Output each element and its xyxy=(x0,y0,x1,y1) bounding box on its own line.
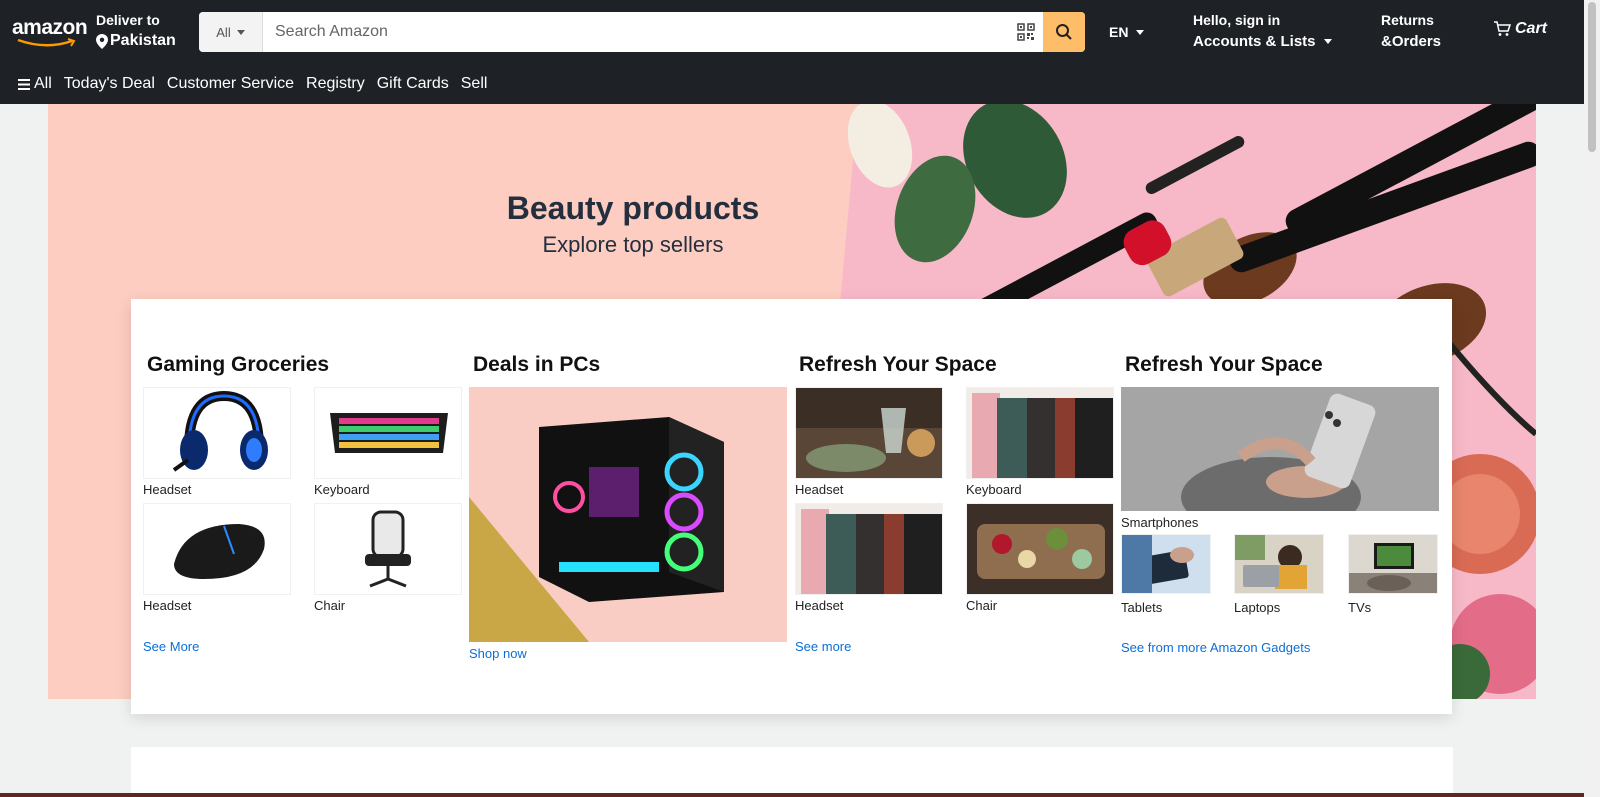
tile-label: Smartphones xyxy=(1121,515,1199,530)
qr-code-icon xyxy=(1017,23,1035,41)
see-more-link[interactable]: See more xyxy=(795,639,851,654)
search-input[interactable] xyxy=(263,12,1009,52)
language-selector[interactable]: EN xyxy=(1109,24,1145,40)
dining-image xyxy=(796,388,942,478)
tile-label: Headset xyxy=(143,482,192,497)
gaming-pc-image xyxy=(469,387,787,642)
towels-image xyxy=(796,504,942,594)
category-cards-panel: Gaming Groceries Headset Keyboard Headse… xyxy=(131,299,1452,714)
nav-registry[interactable]: Registry xyxy=(306,75,365,93)
search-category-dropdown[interactable]: All xyxy=(199,12,263,52)
search-button[interactable] xyxy=(1043,12,1085,52)
card-amazon-gadgets: Refresh Your Space Smartphones Tablets L… xyxy=(1109,299,1439,714)
location-pin-icon xyxy=(96,33,108,49)
returns-label: Returns xyxy=(1381,12,1434,28)
card-title: Gaming Groceries xyxy=(147,353,330,376)
qr-scan-button[interactable] xyxy=(1009,12,1043,52)
sub-navigation: All Today's Deal Customer Service Regist… xyxy=(0,64,1584,104)
orders-label: &Orders xyxy=(1381,33,1442,50)
card-refresh-your-space: Refresh Your Space Headset Keyboard Head… xyxy=(783,299,1114,714)
tile-label: TVs xyxy=(1348,600,1372,615)
search-bar: All xyxy=(199,12,1085,52)
shop-now-link[interactable]: Shop now xyxy=(469,646,527,661)
tile-label: Chair xyxy=(966,598,998,613)
tile-label: Laptops xyxy=(1234,600,1281,615)
deliver-country: Pakistan xyxy=(110,32,176,49)
mouse-image xyxy=(144,504,290,594)
hamburger-icon xyxy=(18,78,30,90)
tablet-image xyxy=(1122,535,1210,593)
account-lists-label: Accounts & Lists xyxy=(1193,33,1316,50)
see-more-link[interactable]: See More xyxy=(143,639,199,654)
tile-label: Chair xyxy=(314,598,346,613)
product-tile[interactable] xyxy=(795,503,943,595)
logo-text: amazon xyxy=(12,16,88,39)
scrollbar-thumb[interactable] xyxy=(1588,2,1596,152)
nav-customer-service[interactable]: Customer Service xyxy=(167,75,294,93)
cart-icon xyxy=(1494,21,1511,36)
smartphones-tile[interactable] xyxy=(1121,387,1439,511)
hero-subtitle: Explore top sellers xyxy=(542,232,724,257)
pc-deal-image[interactable] xyxy=(469,387,787,642)
smile-icon xyxy=(17,38,76,47)
product-tile[interactable] xyxy=(314,387,462,479)
headset-image xyxy=(144,388,290,478)
deliver-label: Deliver to xyxy=(96,12,160,28)
tile-label: Headset xyxy=(795,482,844,497)
account-menu[interactable]: Hello, sign in Accounts & Lists xyxy=(1193,12,1332,50)
card-gaming-groceries: Gaming Groceries Headset Keyboard Headse… xyxy=(131,299,462,714)
deliver-to[interactable]: Deliver to Pakistan xyxy=(96,12,176,50)
next-section-card xyxy=(131,747,1453,797)
laptop-image xyxy=(1235,535,1323,593)
card-title: Refresh Your Space xyxy=(799,353,997,376)
keyboard-image xyxy=(315,388,461,478)
nav-todays-deal[interactable]: Today's Deal xyxy=(64,75,155,93)
top-header: amazon Deliver to Pakistan All Search Am… xyxy=(0,0,1584,64)
page-bottom-strip xyxy=(0,793,1584,797)
language-label: EN xyxy=(1109,24,1129,40)
hero-title: Beauty products xyxy=(506,190,760,226)
gaming-chair-image xyxy=(315,504,461,594)
returns-orders[interactable]: Returns &Orders xyxy=(1381,12,1441,50)
smartphone-image xyxy=(1121,387,1439,511)
account-greeting: Hello, sign in xyxy=(1193,12,1281,28)
product-tile[interactable] xyxy=(1121,534,1211,594)
tile-label: Keyboard xyxy=(966,482,1022,497)
product-tile[interactable] xyxy=(1234,534,1324,594)
tile-label: Headset xyxy=(143,598,192,613)
product-tile[interactable] xyxy=(1348,534,1438,594)
all-menu-label: All xyxy=(34,75,52,92)
see-more-gadgets-link[interactable]: See from more Amazon Gadgets xyxy=(1121,640,1310,655)
card-deals-in-pcs: Deals in PCs Shop now xyxy=(457,299,787,714)
search-category-label: All xyxy=(216,24,231,40)
nav-gift-cards[interactable]: Gift Cards xyxy=(377,75,449,93)
snack-board-image xyxy=(967,504,1113,594)
product-tile[interactable] xyxy=(966,387,1114,479)
page-scrollbar[interactable] xyxy=(1584,0,1600,797)
nav-sell[interactable]: Sell xyxy=(461,75,488,93)
product-tile[interactable] xyxy=(143,387,291,479)
chevron-down-icon xyxy=(1136,29,1145,35)
tile-label: Tablets xyxy=(1121,600,1163,615)
search-icon xyxy=(1056,24,1072,40)
cart-button[interactable]: Cart xyxy=(1493,20,1547,38)
card-title: Refresh Your Space xyxy=(1125,353,1323,376)
towels-image xyxy=(967,388,1113,478)
amazon-logo[interactable]: amazon xyxy=(12,16,88,47)
tv-image xyxy=(1349,535,1437,593)
chevron-down-icon xyxy=(1323,39,1332,44)
all-menu-button[interactable]: All xyxy=(18,75,52,93)
tile-label: Headset xyxy=(795,598,844,613)
product-tile[interactable] xyxy=(966,503,1114,595)
chevron-down-icon xyxy=(236,29,245,35)
cart-label: Cart xyxy=(1515,20,1548,37)
tile-label: Keyboard xyxy=(314,482,370,497)
product-tile[interactable] xyxy=(143,503,291,595)
product-tile[interactable] xyxy=(314,503,462,595)
card-title: Deals in PCs xyxy=(473,353,601,376)
product-tile[interactable] xyxy=(795,387,943,479)
